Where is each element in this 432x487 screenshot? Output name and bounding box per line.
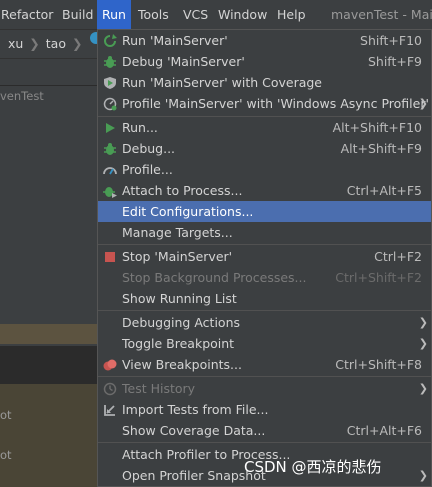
menu-separator: [98, 244, 431, 245]
menu-item-run[interactable]: Run... Alt+Shift+F10: [98, 117, 431, 138]
menu-item-shortcut: Ctrl+F2: [374, 249, 422, 264]
menu-item-label: Edit Configurations...: [122, 204, 254, 219]
menu-separator: [98, 310, 431, 311]
menu-item-stop-background-processes[interactable]: Stop Background Processes... Ctrl+Shift+…: [98, 267, 431, 288]
menu-item-import-tests[interactable]: Import Tests from File...: [98, 399, 431, 420]
run-menu-dropdown: Run 'MainServer' Shift+F10 Debug 'MainSe…: [97, 29, 432, 487]
menu-item-test-history[interactable]: Test History ❯: [98, 378, 431, 399]
run-output-line: ot: [0, 408, 12, 422]
run-output-line: ot: [0, 448, 12, 462]
menu-item-label: Import Tests from File...: [122, 402, 269, 417]
menu-item-label: Run 'MainServer': [122, 33, 228, 48]
menu-item-label: Attach to Process...: [122, 183, 243, 198]
project-toolbar: [0, 59, 98, 86]
menu-vcs[interactable]: VCS: [183, 0, 208, 29]
menu-item-label: Debugging Actions: [122, 315, 241, 330]
menu-tools[interactable]: Tools: [138, 0, 169, 29]
menu-run[interactable]: Run: [97, 0, 131, 29]
menu-item-profile[interactable]: Profile...: [98, 159, 431, 180]
menu-item-shortcut: Shift+F10: [360, 33, 422, 48]
navigation-bar: xu ❯ tao ❯ M: [0, 30, 119, 59]
menu-separator: [98, 376, 431, 377]
debug-icon: [104, 143, 116, 155]
submenu-arrow-icon: ❯: [418, 469, 428, 482]
menu-item-label: View Breakpoints...: [122, 357, 242, 372]
menu-item-shortcut: Ctrl+Alt+F5: [346, 183, 422, 198]
submenu-arrow-icon: ❯: [418, 97, 428, 110]
menu-item-label: Manage Targets...: [122, 225, 233, 240]
menu-item-toggle-breakpoint[interactable]: Toggle Breakpoint ❯: [98, 333, 431, 354]
watermark: CSDN @西凉的悲伤: [244, 458, 382, 476]
window-title: mavenTest - Main: [331, 7, 432, 22]
attach-bug-icon: [103, 187, 117, 198]
stop-icon: [105, 252, 115, 262]
menu-item-shortcut: Shift+F9: [367, 54, 422, 69]
menu-window[interactable]: Window: [218, 0, 267, 29]
menu-item-show-coverage-data[interactable]: Show Coverage Data... Ctrl+Alt+F6: [98, 420, 431, 441]
menu-item-attach-to-process[interactable]: Attach to Process... Ctrl+Alt+F5: [98, 180, 431, 201]
menu-item-run-mainserver[interactable]: Run 'MainServer' Shift+F10: [98, 30, 431, 51]
menu-item-label: Toggle Breakpoint: [122, 336, 235, 351]
menu-item-view-breakpoints[interactable]: View Breakpoints... Ctrl+Shift+F8: [98, 354, 431, 375]
menu-item-label: Run...: [122, 120, 158, 135]
menu-item-shortcut: Alt+Shift+F10: [332, 120, 422, 135]
menu-item-stop-mainserver[interactable]: Stop 'MainServer' Ctrl+F2: [98, 246, 431, 267]
profiler-icon: [103, 97, 117, 111]
import-icon: [104, 405, 115, 416]
menu-item-shortcut: Ctrl+Shift+F2: [335, 270, 422, 285]
menu-separator: [98, 442, 431, 443]
run-panel: [0, 384, 98, 487]
breadcrumb-separator: ❯: [29, 36, 40, 51]
debug-icon: [104, 56, 116, 68]
menu-item-label: Profile 'MainServer' with 'Windows Async…: [122, 96, 429, 111]
editor-area: [0, 346, 98, 384]
menu-item-debug[interactable]: Debug... Alt+Shift+F9: [98, 138, 431, 159]
history-icon: [103, 382, 117, 396]
menu-item-manage-targets[interactable]: Manage Targets...: [98, 222, 431, 243]
menu-item-run-with-coverage[interactable]: Run 'MainServer' with Coverage: [98, 72, 431, 93]
breadcrumb-separator: ❯: [71, 36, 83, 51]
coverage-icon: [104, 77, 116, 89]
menu-item-shortcut: Ctrl+Alt+F6: [346, 423, 422, 438]
submenu-arrow-icon: ❯: [418, 337, 428, 350]
menu-bar: Refactor Build Run Tools VCS Window Help…: [0, 0, 432, 30]
menu-refactor[interactable]: Refactor: [1, 0, 53, 29]
breadcrumb-tao[interactable]: tao: [46, 30, 66, 58]
menu-item-label: Stop Background Processes...: [122, 270, 307, 285]
menu-item-edit-configurations[interactable]: Edit Configurations...: [98, 201, 431, 222]
profile-gauge-icon: [103, 167, 117, 175]
breadcrumb-xu[interactable]: xu: [8, 30, 23, 58]
menu-item-shortcut: Ctrl+Shift+F8: [335, 357, 422, 372]
menu-item-profile-async[interactable]: Profile 'MainServer' with 'Windows Async…: [98, 93, 431, 114]
menu-item-debug-mainserver[interactable]: Debug 'MainServer' Shift+F9: [98, 51, 431, 72]
submenu-arrow-icon: ❯: [418, 316, 428, 329]
menu-help[interactable]: Help: [277, 0, 306, 29]
menu-item-shortcut: Alt+Shift+F9: [340, 141, 422, 156]
menu-item-label: Debug 'MainServer': [122, 54, 245, 69]
breakpoints-icon: [103, 359, 117, 371]
menu-item-label: Show Coverage Data...: [122, 423, 266, 438]
menu-item-label: Profile...: [122, 162, 173, 177]
editor-highlight-band: [0, 324, 98, 344]
menu-item-label: Stop 'MainServer': [122, 249, 233, 264]
submenu-arrow-icon: ❯: [418, 382, 428, 395]
menu-item-show-running-list[interactable]: Show Running List: [98, 288, 431, 309]
project-tree-item[interactable]: venTest: [0, 87, 44, 105]
menu-item-label: Test History: [122, 381, 196, 396]
menu-item-label: Debug...: [122, 141, 176, 156]
menu-item-label: Show Running List: [122, 291, 237, 306]
menu-build[interactable]: Build: [62, 0, 93, 29]
run-icon: [106, 123, 115, 133]
run-rerun-icon: [104, 34, 117, 47]
menu-item-label: Run 'MainServer' with Coverage: [122, 75, 322, 90]
menu-item-debugging-actions[interactable]: Debugging Actions ❯: [98, 312, 431, 333]
